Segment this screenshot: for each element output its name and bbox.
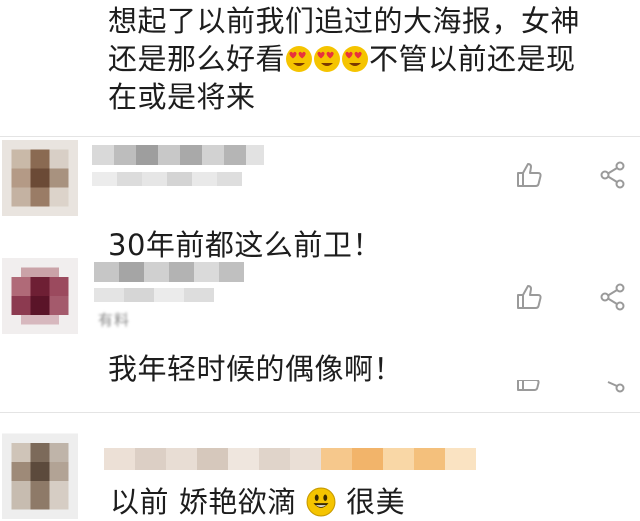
- divider: [0, 136, 640, 137]
- thumbs-up-icon[interactable]: [514, 160, 544, 190]
- meta-blurred: [94, 288, 214, 302]
- divider: [0, 412, 640, 413]
- comment-3-text: 我年轻时候的偶像啊！: [108, 352, 404, 386]
- comment-1-line-2: 还是那么好看 不管以前还是现: [108, 40, 580, 78]
- comment-4-text-after: 很美: [346, 485, 406, 519]
- share-icon[interactable]: [598, 380, 628, 394]
- comment-1-line-3: 在或是将来: [108, 80, 256, 114]
- avatar[interactable]: [2, 432, 78, 520]
- heart-eyes-emoji-icon: [314, 46, 341, 72]
- comment-1-line-2-text: 还是那么好看: [108, 42, 286, 76]
- comment-4-text: 以前 娇艳欲滴 很美: [110, 483, 405, 521]
- heart-eyes-emoji-icon: [342, 46, 369, 72]
- share-icon[interactable]: [598, 282, 628, 312]
- thumbs-up-icon[interactable]: [514, 380, 544, 394]
- comment-1-line-2b-text: 不管以前还是现: [369, 42, 576, 76]
- meta-blurred: [92, 172, 242, 186]
- thumbs-up-icon[interactable]: [514, 282, 544, 312]
- comment-4-text-before: 以前 娇艳欲滴: [110, 485, 297, 519]
- share-icon[interactable]: [598, 160, 628, 190]
- avatar[interactable]: [2, 258, 78, 334]
- grinning-emoji-icon: [306, 487, 336, 517]
- comment-1-text: 想起了以前我们追过的大海报，女神 还是那么好看 不管以前还是现 在或是将来: [108, 2, 580, 116]
- username-blurred[interactable]: [104, 448, 476, 470]
- comment-1-line-1: 想起了以前我们追过的大海报，女神: [108, 4, 581, 38]
- username-blurred[interactable]: [92, 145, 264, 165]
- username-blurred[interactable]: [94, 262, 244, 282]
- faded-label: 有料: [98, 311, 131, 329]
- heart-eyes-emoji-icon: [286, 46, 313, 72]
- avatar[interactable]: [2, 140, 78, 216]
- comment-2-text: 30年前都这么前卫！: [108, 228, 382, 262]
